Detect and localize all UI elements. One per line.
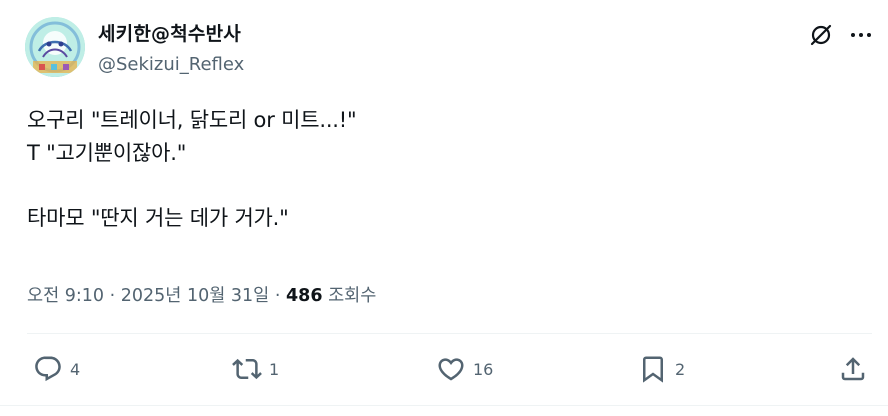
bookmark-count: 2: [675, 359, 686, 379]
reply-button[interactable]: 4: [33, 354, 80, 384]
tweet-text: 오구리 "트레이너, 닭도리 or 미트...!" T "고기뿐이잖아." 타마…: [27, 108, 357, 230]
avatar[interactable]: [25, 17, 85, 77]
tweet-card: 세키한@척수반사 @Sekizui_Reflex 오구리 "트레이너, 닭도리 …: [0, 0, 888, 416]
bookmark-icon: [643, 356, 663, 383]
divider: [27, 333, 872, 334]
user-handle[interactable]: @Sekizui_Reflex: [98, 54, 244, 75]
bookmark-button[interactable]: 2: [638, 354, 685, 384]
reply-icon: [35, 356, 61, 382]
views-count: 486: [285, 286, 323, 306]
like-button[interactable]: 16: [436, 354, 493, 384]
share-icon: [841, 357, 865, 381]
tweet-meta: 오전 9:10 · 2025년 10월 31일 · 486 조회수: [27, 282, 376, 307]
retweet-button[interactable]: 1: [232, 354, 279, 384]
share-button[interactable]: [838, 354, 868, 384]
tweet-time[interactable]: 오전 9:10: [27, 286, 104, 306]
display-name[interactable]: 세키한@척수반사: [98, 19, 241, 46]
retweet-count: 1: [269, 359, 280, 379]
heart-icon: [438, 358, 464, 381]
like-count: 16: [473, 359, 494, 379]
tweet-date[interactable]: 2025년 10월 31일: [121, 286, 270, 306]
meta-separator: ·: [104, 286, 121, 306]
bottom-divider: [0, 405, 888, 406]
more-icon[interactable]: [848, 22, 874, 48]
avatar-image: [25, 17, 85, 77]
meta-separator: ·: [269, 286, 286, 306]
retweet-icon: [232, 358, 262, 380]
grok-icon[interactable]: [808, 22, 834, 48]
views-label: 조회수: [322, 286, 377, 306]
reply-count: 4: [70, 359, 81, 379]
